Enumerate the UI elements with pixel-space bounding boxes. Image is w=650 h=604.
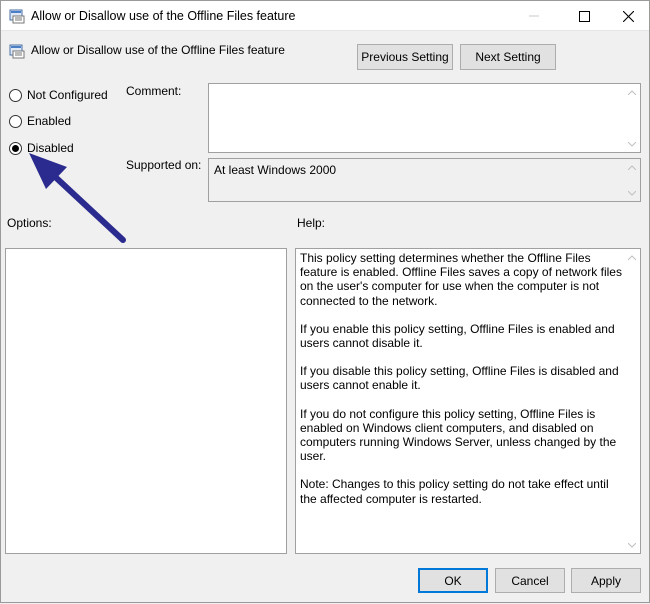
radio-enabled[interactable]: Enabled	[9, 114, 71, 128]
radio-button[interactable]	[9, 114, 22, 128]
help-panel[interactable]: This policy setting determines whether t…	[295, 248, 641, 554]
supported-scrollbar[interactable]	[624, 159, 640, 201]
policy-setting-icon	[9, 44, 25, 59]
supported-on-field: At least Windows 2000	[208, 158, 641, 202]
comment-scrollbar[interactable]	[624, 84, 640, 152]
scroll-up-icon[interactable]	[624, 84, 640, 100]
comment-textarea[interactable]	[208, 83, 641, 153]
close-icon	[622, 10, 634, 22]
minimize-icon	[529, 15, 539, 17]
radio-disabled[interactable]: Disabled	[9, 141, 74, 155]
supported-on-value: At least Windows 2000	[214, 163, 337, 177]
minimize-button[interactable]	[511, 1, 557, 31]
radio-button[interactable]	[9, 88, 22, 102]
scroll-up-icon[interactable]	[624, 159, 640, 175]
policy-dialog: Allow or Disallow use of the Offline Fil…	[0, 0, 650, 603]
radio-label: Enabled	[27, 114, 72, 128]
options-panel	[5, 248, 287, 554]
help-label: Help:	[297, 216, 326, 230]
title-bar[interactable]: Allow or Disallow use of the Offline Fil…	[1, 1, 649, 31]
help-paragraph: If you disable this policy setting, Offl…	[300, 364, 619, 393]
scroll-down-icon[interactable]	[624, 537, 640, 553]
help-scrollbar[interactable]	[624, 249, 640, 553]
scroll-down-icon[interactable]	[624, 185, 640, 201]
close-button[interactable]	[605, 1, 650, 31]
previous-setting-button[interactable]: Previous Setting	[357, 44, 453, 70]
ok-button[interactable]: OK	[418, 568, 488, 593]
next-setting-button[interactable]: Next Setting	[460, 44, 556, 70]
maximize-button[interactable]	[561, 1, 607, 31]
window-title: Allow or Disallow use of the Offline Fil…	[31, 9, 296, 23]
radio-button-checked[interactable]	[9, 141, 22, 155]
help-text: This policy setting determines whether t…	[300, 251, 624, 520]
policy-title: Allow or Disallow use of the Offline Fil…	[31, 43, 285, 57]
radio-label: Not Configured	[27, 88, 108, 102]
apply-button[interactable]: Apply	[571, 568, 641, 593]
help-paragraph: If you do not configure this policy sett…	[300, 406, 617, 464]
help-paragraph: Note: Changes to this policy setting do …	[300, 477, 609, 506]
comment-label: Comment:	[126, 84, 182, 98]
radio-label: Disabled	[27, 141, 74, 155]
help-paragraph: If you enable this policy setting, Offli…	[300, 321, 615, 351]
help-paragraph: This policy setting determines whether t…	[300, 251, 622, 308]
cancel-button[interactable]: Cancel	[495, 568, 565, 593]
policy-icon	[9, 9, 25, 24]
maximize-icon	[578, 10, 590, 22]
radio-not-configured[interactable]: Not Configured	[9, 88, 108, 102]
supported-on-label: Supported on:	[126, 158, 202, 172]
options-label: Options:	[7, 216, 52, 230]
scroll-up-icon[interactable]	[624, 249, 640, 265]
scroll-down-icon[interactable]	[624, 136, 640, 152]
